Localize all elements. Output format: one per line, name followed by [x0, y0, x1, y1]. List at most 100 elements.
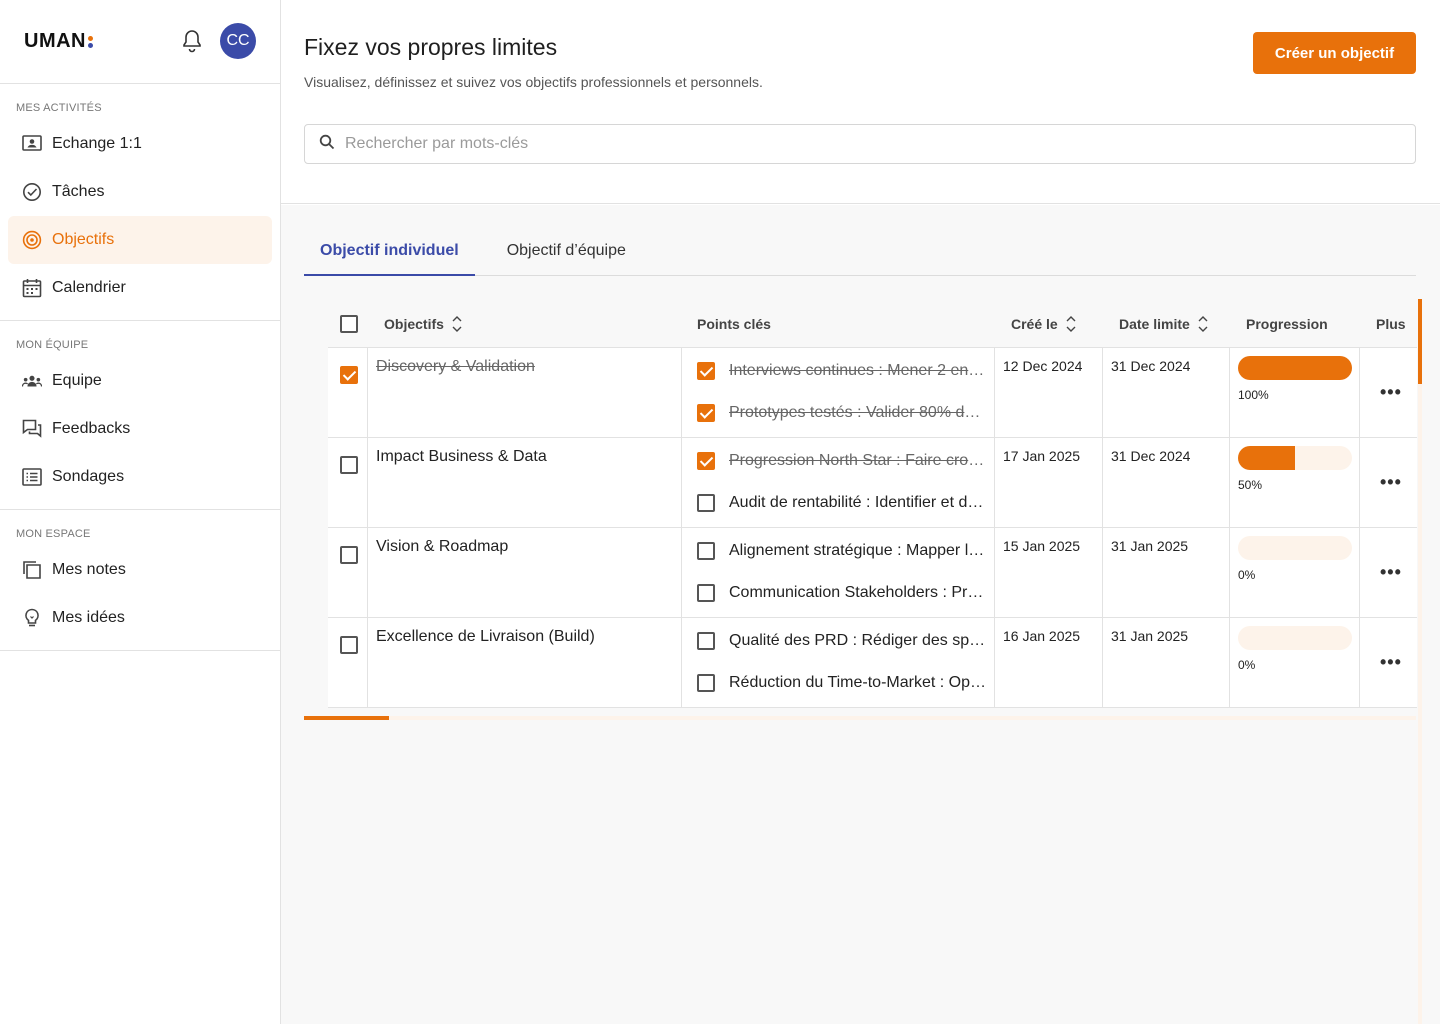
notes-icon — [22, 560, 42, 580]
more-options-icon[interactable]: ••• — [1380, 652, 1402, 673]
objective-name[interactable]: Discovery & Validation — [376, 358, 535, 376]
key-point[interactable]: Qualité des PRD : Rédiger des specs clai… — [697, 632, 987, 650]
row-checkbox[interactable] — [340, 456, 358, 479]
objectives-table: Objectifs Points clés Créé le Date limit… — [328, 300, 1417, 708]
sidebar-item-idees[interactable]: Mes idées — [8, 594, 272, 642]
more-options-icon[interactable]: ••• — [1380, 382, 1402, 403]
objective-name[interactable]: Vision & Roadmap — [376, 538, 508, 556]
progress-label: 0% — [1238, 568, 1256, 582]
sidebar-item-echange[interactable]: Echange 1:1 — [8, 120, 272, 168]
person-card-icon — [22, 134, 42, 154]
key-point[interactable]: Prototypes testés : Valider 80% des hypo… — [697, 404, 987, 422]
objective-name[interactable]: Excellence de Livraison (Build) — [376, 628, 595, 646]
column-header-key-points: Points clés — [697, 315, 771, 332]
survey-icon — [22, 467, 42, 487]
tab-team[interactable]: Objectif d’équipe — [491, 231, 642, 276]
page-header: Fixez vos propres limites Visualisez, dé… — [281, 0, 1440, 204]
key-point-checkbox[interactable] — [697, 542, 715, 560]
bell-icon[interactable] — [180, 28, 204, 54]
key-point-checkbox[interactable] — [697, 452, 715, 470]
key-point[interactable]: Audit de rentabilité : Identifier et doc… — [697, 494, 987, 512]
deadline-date: 31 Dec 2024 — [1111, 448, 1191, 464]
section-title: MON ESPACE — [16, 528, 91, 540]
row-checkbox[interactable] — [340, 546, 358, 569]
table-row[interactable]: Excellence de Livraison (Build) Qualité … — [328, 618, 1417, 708]
sidebar-header: UMAN CC — [0, 0, 280, 84]
sidebar-item-objectifs[interactable]: Objectifs — [8, 216, 272, 264]
column-header-deadline[interactable]: Date limite — [1119, 315, 1208, 333]
sidebar-item-taches[interactable]: Tâches — [8, 168, 272, 216]
created-date: 17 Jan 2025 — [1003, 448, 1081, 464]
progress-bar — [1238, 356, 1352, 380]
row-checkbox[interactable] — [340, 636, 358, 659]
key-point-checkbox[interactable] — [697, 674, 715, 692]
created-date: 15 Jan 2025 — [1003, 538, 1081, 554]
progress-label: 100% — [1238, 388, 1269, 402]
progress-bar — [1238, 626, 1352, 650]
sidebar-item-equipe[interactable]: Equipe — [8, 357, 272, 405]
sidebar-item-sondages[interactable]: Sondages — [8, 453, 272, 501]
objective-name[interactable]: Impact Business & Data — [376, 448, 547, 466]
search-icon — [319, 134, 335, 155]
column-header-objectives[interactable]: Objectifs — [384, 315, 462, 333]
target-icon — [22, 230, 42, 250]
horizontal-scrollbar[interactable] — [304, 716, 1416, 720]
deadline-date: 31 Jan 2025 — [1111, 538, 1189, 554]
table-header: Objectifs Points clés Créé le Date limit… — [328, 300, 1417, 348]
row-checkbox[interactable] — [340, 366, 358, 389]
create-objective-button[interactable]: Créer un objectif — [1253, 32, 1416, 74]
chat-icon — [22, 419, 42, 439]
search-input[interactable] — [345, 135, 1345, 153]
sort-icon[interactable] — [1198, 315, 1208, 333]
calendar-icon — [22, 278, 42, 298]
sidebar-section-team: MON ÉQUIPE Equipe Feedbacks Sondages — [0, 321, 280, 510]
key-point-checkbox[interactable] — [697, 494, 715, 512]
sidebar-item-label: Equipe — [52, 372, 102, 389]
key-point[interactable]: Interviews continues : Mener 2 entretien… — [697, 362, 987, 380]
sidebar-item-feedbacks[interactable]: Feedbacks — [8, 405, 272, 453]
more-options-icon[interactable]: ••• — [1380, 472, 1402, 493]
uman-logo[interactable]: UMAN — [24, 30, 93, 53]
progress-bar — [1238, 446, 1352, 470]
key-point[interactable]: Communication Stakeholders : Présenter — [697, 584, 987, 602]
column-header-created[interactable]: Créé le — [1011, 315, 1076, 333]
sort-icon[interactable] — [1066, 315, 1076, 333]
table-row[interactable]: Discovery & Validation Interviews contin… — [328, 348, 1417, 438]
key-point-checkbox[interactable] — [697, 632, 715, 650]
vertical-scrollbar[interactable] — [1418, 299, 1422, 1024]
tab-individual[interactable]: Objectif individuel — [304, 231, 475, 276]
more-options-icon[interactable]: ••• — [1380, 562, 1402, 583]
sidebar-item-label: Tâches — [52, 183, 105, 200]
scrollbar-thumb[interactable] — [304, 716, 389, 720]
sidebar-item-label: Calendrier — [52, 279, 126, 296]
column-header-progress: Progression — [1246, 315, 1328, 332]
key-point[interactable]: Réduction du Time-to-Market : Optimiser — [697, 674, 987, 692]
avatar[interactable]: CC — [220, 23, 256, 59]
progress-label: 50% — [1238, 478, 1263, 492]
sidebar-item-label: Echange 1:1 — [52, 135, 142, 152]
select-all-checkbox[interactable] — [340, 314, 358, 333]
key-point[interactable]: Alignement stratégique : Mapper la roadm… — [697, 542, 987, 560]
table-row[interactable]: Impact Business & Data Progression North… — [328, 438, 1417, 528]
sidebar-item-label: Sondages — [52, 468, 125, 485]
sidebar-section-space: MON ESPACE Mes notes Mes idées — [0, 510, 280, 651]
key-point-checkbox[interactable] — [697, 362, 715, 380]
sidebar-item-label: Objectifs — [52, 231, 115, 248]
sidebar-item-calendrier[interactable]: Calendrier — [8, 264, 272, 312]
deadline-date: 31 Dec 2024 — [1111, 358, 1191, 374]
sidebar-item-label: Mes idées — [52, 609, 125, 626]
logo-dots — [88, 35, 93, 48]
main-content: Objectif individuel Objectif d’équipe Ob… — [281, 205, 1440, 1024]
key-point[interactable]: Progression North Star : Faire croître l… — [697, 452, 987, 470]
sidebar: UMAN CC MES ACTIVITÉS Echange 1:1 Tâches… — [0, 0, 281, 1024]
scrollbar-thumb[interactable] — [1418, 299, 1422, 384]
progress-bar — [1238, 536, 1352, 560]
key-point-checkbox[interactable] — [697, 584, 715, 602]
sort-icon[interactable] — [452, 315, 462, 333]
sidebar-item-notes[interactable]: Mes notes — [8, 546, 272, 594]
column-header-more: Plus — [1376, 315, 1406, 332]
table-row[interactable]: Vision & Roadmap Alignement stratégique … — [328, 528, 1417, 618]
search-box[interactable] — [304, 124, 1416, 164]
key-point-checkbox[interactable] — [697, 404, 715, 422]
deadline-date: 31 Jan 2025 — [1111, 628, 1189, 644]
